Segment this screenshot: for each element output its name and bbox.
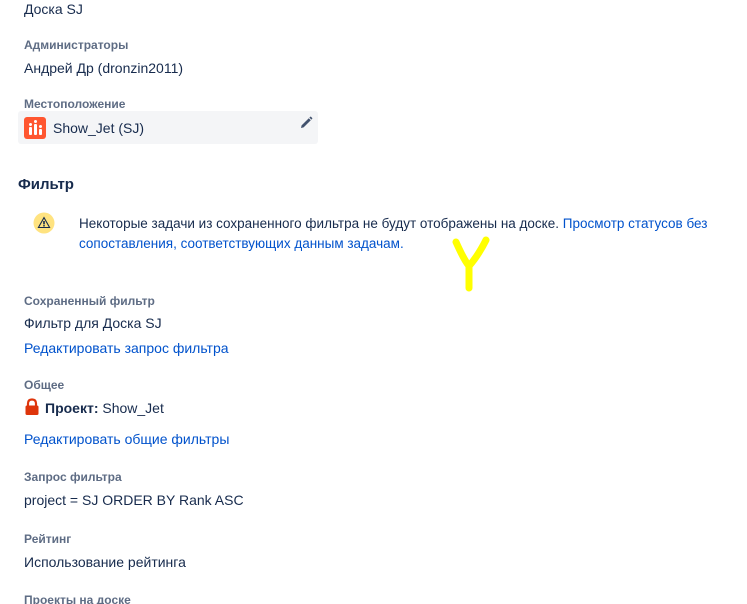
filter-section-title: Фильтр (18, 176, 74, 193)
shared-project-value: Show_Jet (102, 400, 164, 416)
shared-label: Общее (24, 378, 65, 392)
project-avatar-icon (24, 117, 46, 139)
admins-label: Администраторы (24, 38, 129, 52)
filter-query-value: project = SJ ORDER BY Rank ASC (24, 492, 244, 508)
edit-shared-filters-link[interactable]: Редактировать общие фильтры (24, 431, 229, 447)
warning-tail: . (399, 236, 404, 251)
warning-icon (33, 212, 55, 234)
saved-filter-label: Сохраненный фильтр (24, 294, 155, 308)
location-label: Местоположение (24, 97, 126, 111)
board-projects-label: Проекты на доске (24, 593, 131, 604)
yellow-y-mark (452, 236, 490, 292)
shared-project-prefix: Проект: (45, 400, 99, 416)
admins-value: Андрей Др (dronzin2011) (24, 60, 184, 76)
pencil-icon[interactable] (298, 115, 314, 131)
lock-icon (25, 398, 39, 415)
saved-filter-value: Фильтр для Доска SJ (24, 315, 162, 331)
board-name: Доска SJ (24, 1, 83, 17)
board-settings-page: Доска SJ Администраторы Андрей Др (dronz… (0, 0, 747, 604)
warning-text: Некоторые задачи из сохраненного фильтра… (79, 216, 560, 231)
ranking-label: Рейтинг (24, 532, 72, 546)
location-field[interactable]: Show_Jet (SJ) (18, 111, 318, 144)
shared-project: Проект: Show_Jet (45, 400, 164, 416)
edit-filter-query-link[interactable]: Редактировать запрос фильтра (24, 340, 229, 356)
ranking-value: Использование рейтинга (24, 554, 186, 570)
filter-query-label: Запрос фильтра (24, 470, 122, 484)
filter-warning-message: Некоторые задачи из сохраненного фильтра… (79, 214, 719, 254)
location-value: Show_Jet (SJ) (53, 120, 145, 136)
